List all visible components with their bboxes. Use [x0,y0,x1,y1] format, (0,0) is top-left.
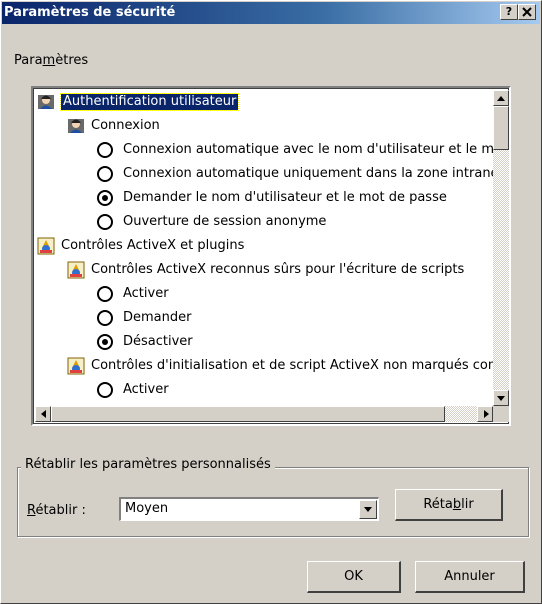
settings-label-pre: Para [14,53,43,68]
settings-label-access-key: m [42,53,56,68]
horizontal-scrollbar[interactable] [35,406,493,422]
tree-item-label: Connexion [91,118,160,133]
cancel-button[interactable]: Annuler [415,561,525,593]
radio-option[interactable]: Ouverture de session anonyme [97,210,326,234]
window-title: Paramètres de sécurité [4,5,176,20]
radio-option[interactable]: Connexion automatique uniquement dans la… [97,162,493,186]
chevron-down-icon [364,507,372,512]
vertical-scroll-thumb[interactable] [493,106,509,150]
user-auth-icon [37,93,55,111]
tree-item-label: Demander [123,310,192,325]
radio-unchecked[interactable] [97,166,113,182]
close-button[interactable] [518,4,536,20]
reset-button[interactable]: Rétablir [395,489,503,521]
settings-label: Paramètres [14,53,88,68]
tree-category[interactable]: Authentification utilisateur [37,90,240,114]
scrollbar-corner [493,406,509,422]
tree-item-label: Activer [123,286,169,301]
reset-level-value: Moyen [125,501,169,516]
radio-unchecked[interactable] [97,310,113,326]
user-auth-icon [67,117,85,135]
reset-label-rest: établir : [35,503,86,518]
scroll-left-button[interactable] [35,406,51,422]
help-button[interactable]: ? [500,4,518,20]
tree-item-label: Contrôles ActiveX reconnus sûrs pour l'é… [91,262,465,277]
tree-category[interactable]: Contrôles ActiveX reconnus sûrs pour l'é… [67,258,464,282]
radio-option[interactable]: Connexion automatique avec le nom d'util… [97,138,493,162]
title-bar[interactable]: Paramètres de sécurité ? [2,2,540,24]
tree-item-label: Authentification utilisateur [59,92,240,111]
tree-category[interactable]: Connexion [67,114,160,138]
settings-tree-viewport: Authentification utilisateur Connexion Con… [35,90,493,406]
vertical-scrollbar[interactable] [493,90,509,406]
tree-item-label: Connexion automatique uniquement dans la… [123,166,493,181]
reset-level-select[interactable]: Moyen [119,497,379,521]
tree-item-label: Contrôles ActiveX et plugins [61,238,245,253]
reset-level-label: Rétablir : [27,503,86,518]
radio-unchecked[interactable] [97,286,113,302]
tree-item-label: Désactiver [123,334,193,349]
activex-settings-icon [67,357,85,375]
radio-option[interactable]: Demander le nom d'utilisateur et le mot … [97,186,447,210]
scroll-down-button[interactable] [493,390,509,406]
arrow-up-icon [497,96,505,101]
radio-option[interactable]: Demander [97,306,191,330]
radio-unchecked[interactable] [97,214,113,230]
tree-item-label: Demander le nom d'utilisateur et le mot … [123,190,447,205]
arrow-down-icon [497,396,505,401]
activex-settings-icon [67,261,85,279]
radio-option[interactable]: Désactiver [97,330,193,354]
settings-tree-list[interactable]: Authentification utilisateur Connexion Con… [31,86,511,426]
radio-checked[interactable] [97,190,113,206]
horizontal-scroll-thumb[interactable] [51,406,445,422]
activex-settings-icon [37,237,55,255]
tree-item-label: Connexion automatique avec le nom d'util… [123,142,493,157]
reset-group-legend: Rétablir les paramètres personnalisés [21,457,275,472]
reset-button-access-key: b [452,497,462,512]
scroll-up-button[interactable] [493,90,509,106]
tree-category[interactable]: Contrôles d'initialisation et de script … [67,354,493,378]
radio-unchecked[interactable] [97,382,113,398]
radio-option[interactable]: Activer [97,378,169,402]
reset-button-post: lir [461,497,474,512]
security-settings-dialog: Paramètres de sécurité ? Paramètres Auth… [0,0,542,604]
arrow-left-icon [41,410,46,418]
close-icon [522,7,532,17]
radio-option[interactable]: Activer [97,282,169,306]
ok-button[interactable]: OK [307,561,401,593]
radio-unchecked[interactable] [97,142,113,158]
scroll-right-button[interactable] [477,406,493,422]
settings-label-post: ètres [55,53,89,68]
reset-level-dropdown-button[interactable] [359,500,377,519]
radio-checked[interactable] [97,334,113,350]
tree-category[interactable]: Contrôles ActiveX et plugins [37,234,244,258]
tree-item-label: Ouverture de session anonyme [123,214,327,229]
tree-item-label: Activer [123,382,169,397]
arrow-right-icon [484,410,489,418]
reset-button-pre: Réta [423,497,453,512]
tree-item-label: Contrôles d'initialisation et de script … [91,358,493,373]
